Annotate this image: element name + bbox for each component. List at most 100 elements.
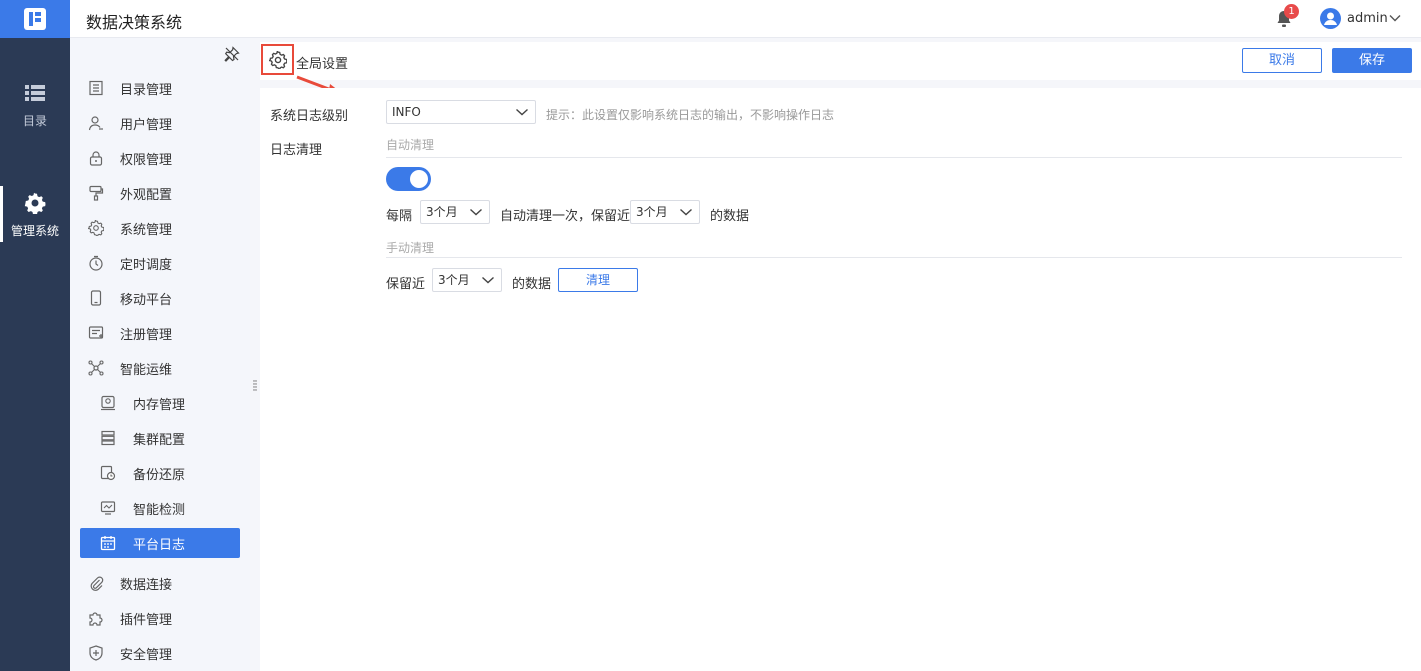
gear-icon <box>268 50 287 69</box>
sidebar-item-system-management[interactable]: 系统管理 <box>80 213 240 243</box>
sidebar-item-label: 集群配置 <box>133 432 186 448</box>
resize-handle[interactable] <box>253 380 257 392</box>
memory-icon <box>101 395 115 411</box>
register-icon <box>88 326 104 339</box>
log-level-select[interactable]: INFO <box>386 100 536 124</box>
calendar-icon <box>100 536 116 551</box>
log-level-value: INFO <box>392 105 421 119</box>
shield-icon <box>89 645 103 661</box>
sidebar-item-security-management[interactable]: 安全管理 <box>80 638 240 668</box>
list-icon <box>25 85 45 101</box>
timer-icon <box>89 255 103 271</box>
app-rail: 目录 管理系统 <box>0 0 70 671</box>
global-settings-gear-button[interactable] <box>261 44 294 75</box>
sidebar: 目录管理 用户管理 权限管理 外观配置 系统管理 定时调度 移动平台 注册管理 … <box>70 38 250 671</box>
auto-clean-interval-select[interactable]: 3个月 <box>420 200 490 224</box>
network-icon <box>88 360 104 376</box>
sidebar-item-label: 插件管理 <box>120 612 173 628</box>
backup-icon <box>100 465 116 481</box>
sidebar-item-label: 定时调度 <box>120 257 173 273</box>
sidebar-item-cluster-config[interactable]: 集群配置 <box>80 423 240 453</box>
server-icon <box>101 430 115 446</box>
divider <box>386 157 1402 158</box>
user-icon <box>88 116 103 131</box>
top-header: 数据决策系统 1 admin <box>70 0 1421 38</box>
content-toolbar: 全局设置 取消 保存 <box>260 42 1421 96</box>
monitor-icon <box>100 501 116 515</box>
chevron-down-icon <box>482 276 494 284</box>
rail-item-catalog[interactable]: 目录 <box>0 82 70 129</box>
paint-roller-icon <box>89 185 104 201</box>
manual-keep-label: 保留近 <box>386 277 426 292</box>
paperclip-icon <box>90 576 104 591</box>
cancel-button[interactable]: 取消 <box>1242 48 1322 73</box>
rail-item-management[interactable]: 管理系统 <box>0 186 70 242</box>
puzzle-icon <box>89 612 103 626</box>
manual-clean-suffix: 的数据 <box>512 277 552 292</box>
auto-clean-keep-select[interactable]: 3个月 <box>630 200 700 224</box>
rail-item-label: 目录 <box>22 114 47 128</box>
sidebar-item-backup-restore[interactable]: 备份还原 <box>80 458 240 488</box>
log-level-label: 系统日志级别 <box>270 109 349 124</box>
auto-clean-title: 自动清理 <box>386 138 435 152</box>
notification-badge: 1 <box>1284 4 1299 19</box>
sidebar-item-user-management[interactable]: 用户管理 <box>80 108 240 138</box>
sidebar-item-label: 用户管理 <box>120 117 173 133</box>
interval-value: 3个月 <box>426 205 458 219</box>
app-logo[interactable] <box>0 0 70 38</box>
sidebar-item-platform-log[interactable]: 平台日志 <box>80 528 240 558</box>
sidebar-item-mobile-platform[interactable]: 移动平台 <box>80 283 240 313</box>
gear-icon <box>88 220 104 236</box>
logo-icon <box>24 8 46 30</box>
sidebar-item-label: 外观配置 <box>120 187 173 203</box>
settings-panel: 系统日志级别 INFO 提示：此设置仅影响系统日志的输出，不影响操作日志 日志清… <box>260 88 1421 671</box>
sidebar-item-label: 平台日志 <box>133 537 186 553</box>
sidebar-item-permission-management[interactable]: 权限管理 <box>80 143 240 173</box>
sidebar-item-label: 智能运维 <box>120 362 173 378</box>
sidebar-item-label: 智能检测 <box>133 502 186 518</box>
avatar[interactable] <box>1320 8 1341 29</box>
chevron-down-icon <box>470 208 482 216</box>
catalog-icon <box>89 80 103 96</box>
sidebar-item-registration[interactable]: 注册管理 <box>80 318 240 348</box>
sidebar-item-data-connection[interactable]: 数据连接 <box>80 568 240 598</box>
clean-button[interactable]: 清理 <box>558 268 638 292</box>
username[interactable]: admin <box>1347 11 1388 26</box>
save-button[interactable]: 保存 <box>1332 48 1412 73</box>
divider <box>386 257 1402 258</box>
log-level-hint: 提示：此设置仅影响系统日志的输出，不影响操作日志 <box>546 108 835 122</box>
keep-value: 3个月 <box>636 205 668 219</box>
lock-icon <box>89 151 103 166</box>
user-avatar-icon <box>1324 12 1337 25</box>
sidebar-item-label: 备份还原 <box>133 467 186 483</box>
breadcrumb: 全局设置 <box>296 57 349 72</box>
sidebar-item-smart-ops[interactable]: 智能运维 <box>80 353 240 383</box>
chevron-down-icon <box>516 108 528 116</box>
sidebar-item-catalog-management[interactable]: 目录管理 <box>80 73 240 103</box>
sidebar-item-memory-management[interactable]: 内存管理 <box>80 388 240 418</box>
manual-keep-value: 3个月 <box>438 273 470 287</box>
sidebar-item-smart-detection[interactable]: 智能检测 <box>80 493 240 523</box>
sidebar-item-label: 注册管理 <box>120 327 173 343</box>
auto-clean-mid-text: 自动清理一次，保留近 <box>500 209 631 224</box>
mobile-icon <box>90 290 102 306</box>
sidebar-item-label: 目录管理 <box>120 82 173 98</box>
pin-icon[interactable] <box>224 46 240 62</box>
manual-clean-keep-select[interactable]: 3个月 <box>432 268 502 292</box>
app-title: 数据决策系统 <box>86 13 183 32</box>
every-label: 每隔 <box>386 209 413 224</box>
rail-item-label: 管理系统 <box>10 224 59 238</box>
sidebar-item-scheduling[interactable]: 定时调度 <box>80 248 240 278</box>
sidebar-item-label: 系统管理 <box>120 222 173 238</box>
manual-clean-title: 手动清理 <box>386 241 435 255</box>
sidebar-item-label: 权限管理 <box>120 152 173 168</box>
sidebar-item-plugin-management[interactable]: 插件管理 <box>80 603 240 633</box>
auto-clean-toggle[interactable] <box>386 167 431 191</box>
auto-clean-suffix: 的数据 <box>710 209 750 224</box>
sidebar-item-label: 数据连接 <box>120 577 173 593</box>
sidebar-item-appearance[interactable]: 外观配置 <box>80 178 240 208</box>
chevron-down-icon[interactable] <box>1388 11 1402 25</box>
sidebar-item-label: 安全管理 <box>120 647 173 663</box>
log-clean-label: 日志清理 <box>270 143 323 158</box>
sidebar-item-label: 内存管理 <box>133 397 186 413</box>
